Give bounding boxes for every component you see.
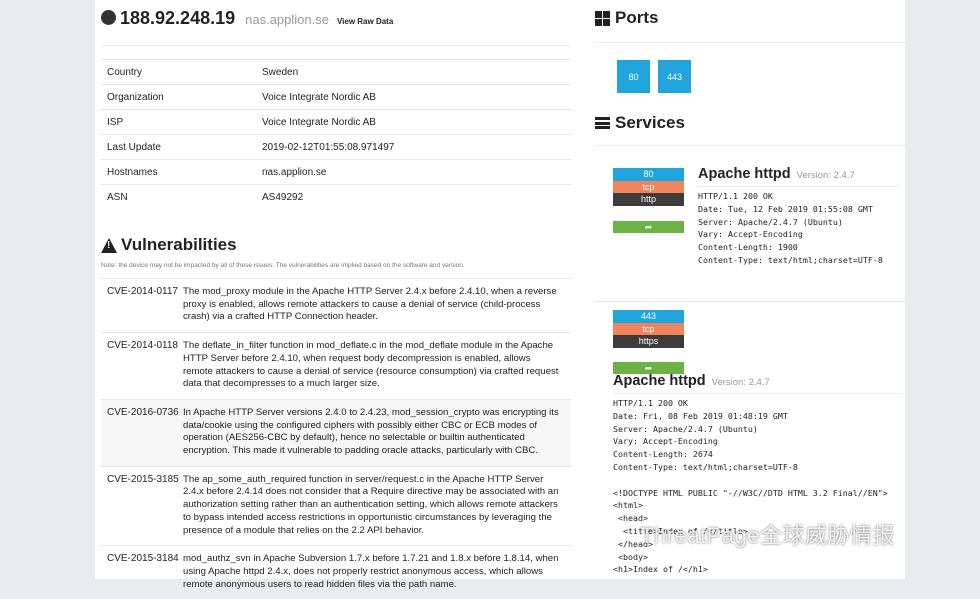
divider (595, 145, 905, 146)
vulnerabilities-heading: Vulnerabilities (101, 235, 237, 255)
vuln-row: CVE-2015-3185 The ap_some_auth_required f… (101, 465, 571, 546)
vuln-row: CVE-2016-0736 In Apache HTTP Server versi… (101, 398, 571, 466)
watermark: ThreatPage全球威胁情报 (640, 523, 895, 548)
divider (101, 45, 571, 46)
info-value: Voice Integrate Nordic AB (256, 84, 571, 110)
service-title: Apache httpd Version: 2.4.7 (698, 166, 855, 182)
info-row: Country Sweden (101, 59, 571, 85)
vulnerabilities-note: Note: the device may not be impacted by … (101, 262, 465, 269)
info-row: Last Update 2019-02-12T01:55:08.971497 (101, 134, 571, 160)
divider (698, 186, 898, 187)
view-raw-data-link[interactable]: View Raw Data (337, 17, 393, 26)
globe-icon (101, 10, 116, 25)
hostname: nas.applion.se (245, 12, 329, 27)
divider (613, 393, 903, 394)
services-heading: Services (595, 113, 685, 133)
host-info-table: Country Sweden Organization Voice Integrat… (101, 59, 571, 210)
info-label: Hostnames (101, 159, 256, 185)
vulnerabilities-title: Vulnerabilities (121, 235, 237, 254)
cve-id: CVE-2015-3184 (107, 553, 179, 565)
service-product: Apache httpd (613, 373, 706, 389)
info-value: Voice Integrate Nordic AB (256, 109, 571, 135)
ip-address: 188.92.248.19 (120, 8, 236, 28)
host-header: 188.92.248.19 nas.applion.se View Raw Da… (101, 8, 393, 29)
cve-description: The mod_proxy module in the Apache HTTP … (183, 286, 557, 323)
vuln-row: CVE-2014-0117 The mod_proxy module in the… (101, 278, 571, 332)
info-value: Sweden (256, 59, 571, 85)
vuln-row: CVE-2015-3184 mod_authz_svn in Apache Sub… (101, 545, 571, 599)
cve-id: CVE-2016-0736 (107, 406, 179, 418)
info-value: AS49292 (256, 184, 571, 210)
warning-icon (101, 237, 117, 253)
ports-title: Ports (615, 8, 659, 27)
transport-badge: tcp (613, 322, 684, 335)
info-label: Country (101, 59, 256, 85)
service-badges: 80 tcp http (613, 168, 684, 206)
divider (595, 301, 905, 302)
info-row: ASN AS49292 (101, 184, 571, 210)
services-title: Services (615, 113, 685, 132)
info-value: nas.applion.se (256, 159, 571, 185)
ports-heading: Ports (595, 8, 658, 28)
info-label: ISP (101, 109, 256, 135)
service-product: Apache httpd (698, 166, 791, 182)
grid-icon (595, 10, 610, 26)
service-title: Apache httpd Version: 2.4.7 (613, 373, 770, 389)
cve-description: The deflate_in_filter function in mod_de… (183, 340, 559, 390)
divider (595, 42, 905, 43)
service-banner: HTTP/1.1 200 OK Date: Tue, 12 Feb 2019 0… (698, 191, 883, 265)
port-badge: 443 (613, 310, 684, 323)
info-label: Organization (101, 84, 256, 110)
list-icon (595, 117, 610, 129)
cve-description: mod_authz_svn in Apache Subversion 1.7.x… (183, 553, 559, 590)
info-row: ISP Voice Integrate Nordic AB (101, 109, 571, 135)
cve-id: CVE-2014-0117 (107, 286, 178, 297)
cve-id: CVE-2014-0118 (107, 340, 178, 352)
service-badges: 443 tcp https (613, 310, 684, 348)
port-80[interactable]: 80 (617, 60, 650, 93)
cve-id: CVE-2015-3185 (107, 473, 179, 485)
protocol-badge: https (613, 335, 684, 348)
port-badge: 80 (613, 168, 684, 181)
info-label: Last Update (101, 134, 256, 160)
transport-badge: tcp (613, 180, 684, 193)
info-label: ASN (101, 184, 256, 210)
host-page: 188.92.248.19 nas.applion.se View Raw Da… (95, 0, 905, 590)
cve-description: The ap_some_auth_required function in se… (183, 473, 559, 536)
share-icon[interactable]: ➦ (613, 221, 684, 233)
info-row: Organization Voice Integrate Nordic AB (101, 84, 571, 110)
protocol-badge: http (613, 193, 684, 206)
info-value: 2019-02-12T01:55:08.971497 (256, 134, 571, 160)
vuln-row: CVE-2014-0118 The deflate_in_filter funct… (101, 332, 571, 399)
service-version: Version: 2.4.7 (796, 170, 855, 181)
info-row: Hostnames nas.applion.se (101, 159, 571, 185)
port-443[interactable]: 443 (658, 60, 691, 93)
service-version: Version: 2.4.7 (711, 377, 770, 388)
vulnerabilities-table: CVE-2014-0117 The mod_proxy module in the… (101, 278, 571, 599)
cve-description: In Apache HTTP Server versions 2.4.0 to … (183, 406, 559, 457)
